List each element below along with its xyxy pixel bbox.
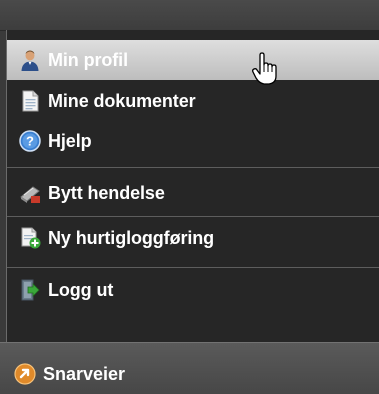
menu-item-mine-dokumenter[interactable]: Mine dokumenter xyxy=(7,81,379,121)
snarveier-button[interactable]: Snarveier xyxy=(14,363,125,385)
menu-item-label: Bytt hendelse xyxy=(48,182,165,203)
top-header-strip xyxy=(0,0,379,31)
menu-item-label: Logg ut xyxy=(48,279,114,300)
help-icon: ? xyxy=(19,130,41,152)
menu-divider xyxy=(7,267,379,268)
dropdown-menu: Min profil Mine dokumenter ? Hjelp Bytt … xyxy=(6,30,379,342)
logout-icon xyxy=(19,279,41,301)
bottom-bar: Snarveier xyxy=(0,342,379,394)
menu-item-label: Mine dokumenter xyxy=(48,90,196,111)
menu-divider xyxy=(7,167,379,168)
snarveier-label: Snarveier xyxy=(43,363,126,384)
menu-item-bytt-hendelse[interactable]: Bytt hendelse xyxy=(7,173,379,213)
menu-item-label: Min profil xyxy=(48,49,128,70)
document-icon xyxy=(19,90,41,112)
menu-item-label: Hjelp xyxy=(48,130,92,151)
svg-text:?: ? xyxy=(26,134,34,149)
menu-item-label: Ny hurtigloggføring xyxy=(48,227,215,248)
menu-divider xyxy=(7,216,379,217)
menu-item-min-profil[interactable]: Min profil xyxy=(7,40,379,80)
menu-item-hjelp[interactable]: ? Hjelp xyxy=(7,121,379,161)
user-icon xyxy=(19,49,41,71)
shortcuts-icon xyxy=(14,363,36,385)
switch-event-icon xyxy=(19,182,41,204)
menu-item-ny-hurtigloggforing[interactable]: Ny hurtigloggføring xyxy=(7,218,379,258)
menu-item-logg-ut[interactable]: Logg ut xyxy=(7,270,379,310)
new-quick-log-icon xyxy=(19,227,41,249)
